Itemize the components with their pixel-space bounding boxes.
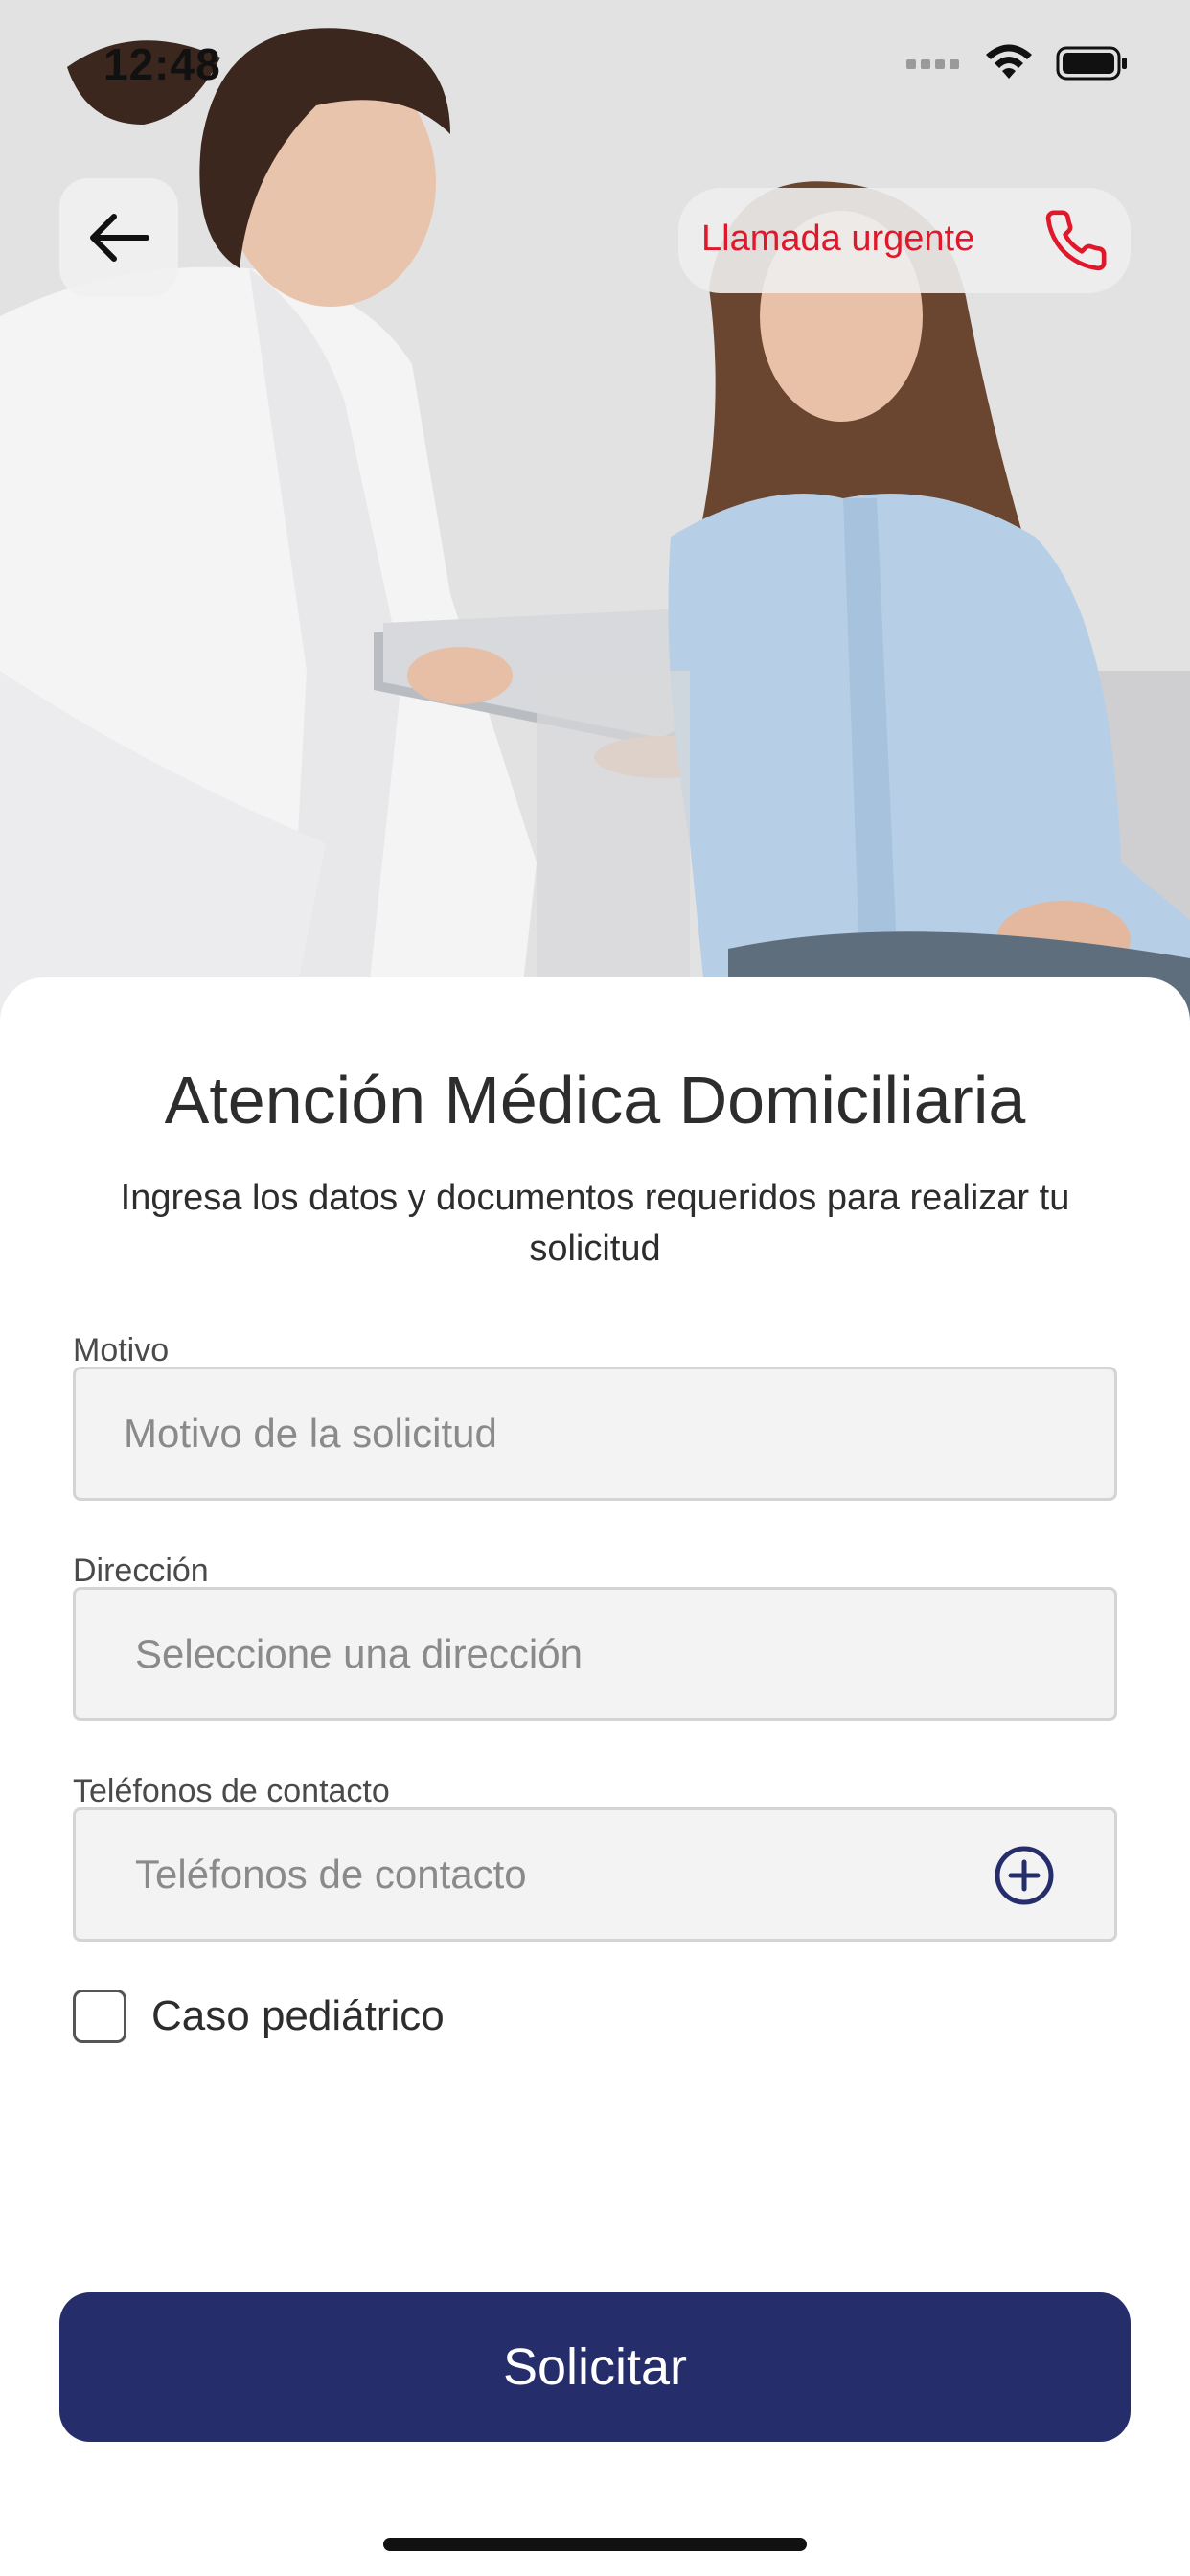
- reason-input[interactable]: [76, 1369, 1114, 1498]
- pediatric-label: Caso pediátrico: [151, 1992, 445, 2039]
- status-time: 12:48: [103, 39, 221, 89]
- home-indicator: [383, 2538, 807, 2551]
- battery-icon: [1056, 46, 1127, 80]
- address-field: [73, 1587, 1117, 1721]
- phones-field: [73, 1807, 1117, 1942]
- wifi-icon: [986, 44, 1032, 79]
- back-button[interactable]: [59, 178, 178, 297]
- phone-icon: [1045, 210, 1107, 271]
- hero-photo: [0, 0, 1190, 1035]
- app-screen: 12:48 Llamada urgente Atención Médica Do…: [0, 0, 1190, 2576]
- status-icons: [904, 42, 1129, 84]
- urgent-call-button[interactable]: Llamada urgente: [678, 188, 1131, 293]
- urgent-call-label: Llamada urgente: [701, 218, 975, 259]
- plus-circle-icon[interactable]: [994, 1845, 1055, 1906]
- consultation-photo-illustration: [0, 0, 1190, 1035]
- address-label: Dirección: [73, 1552, 209, 1589]
- submit-button[interactable]: Solicitar: [59, 2292, 1131, 2442]
- address-input[interactable]: [76, 1590, 1114, 1718]
- page-subtitle: Ingresa los datos y documentos requerido…: [120, 1178, 1070, 1269]
- submit-label: Solicitar: [502, 2338, 688, 2396]
- signal-icon: [906, 59, 959, 69]
- reason-field: [73, 1367, 1117, 1501]
- page-title: Atención Médica Domiciliaria: [164, 1063, 1026, 1138]
- arrow-left-icon: [90, 214, 149, 262]
- pediatric-checkbox[interactable]: [73, 1990, 126, 2043]
- reason-label: Motivo: [73, 1332, 170, 1368]
- pediatric-checkbox-row[interactable]: Caso pediátrico: [73, 1990, 445, 2043]
- phones-input[interactable]: [76, 1810, 1114, 1939]
- phones-label: Teléfonos de contacto: [73, 1773, 390, 1809]
